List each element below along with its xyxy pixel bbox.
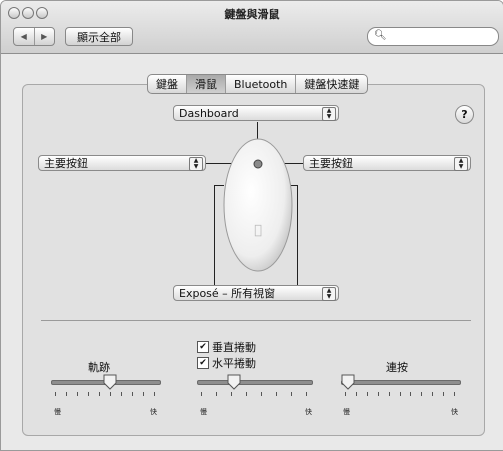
vertical-scroll-checkbox[interactable]: ✔ 垂直捲動	[197, 339, 256, 355]
vertical-scroll-label: 垂直捲動	[212, 341, 256, 354]
slider-tick	[55, 392, 56, 396]
tracking-slider-thumb[interactable]	[103, 374, 117, 390]
double-click-min-label: 慢	[343, 408, 350, 416]
bottom-button-value: Exposé – 所有視窗	[179, 287, 276, 300]
title-bar: 鍵盤與滑鼠 ◀ ▶ 顯示全部 🔍︎	[1, 1, 503, 54]
slider-tick	[88, 392, 89, 396]
left-button-value: 主要按鈕	[44, 157, 88, 170]
tracking-max-label: 快	[150, 408, 157, 416]
popup-arrows-icon: ▲ ▼	[189, 157, 203, 171]
preferences-window: 鍵盤與滑鼠 ◀ ▶ 顯示全部 🔍︎ 鍵盤 滑鼠 Bluetooth 鍵盤快速鍵 …	[0, 0, 503, 451]
double-click-ticks	[345, 392, 455, 396]
slider-tick	[306, 392, 307, 396]
slider-tick	[355, 392, 357, 396]
tab-bluetooth[interactable]: Bluetooth	[226, 75, 297, 93]
tracking-ticks	[55, 392, 155, 396]
help-button[interactable]: ?	[455, 105, 474, 124]
double-click-label: 連按	[386, 361, 408, 374]
right-button-value: 主要按鈕	[309, 157, 353, 170]
slider-tick	[377, 392, 379, 396]
horizontal-scroll-label: 水平捲動	[212, 357, 256, 370]
popup-arrows-icon: ▲ ▼	[322, 107, 336, 121]
back-arrow-icon[interactable]: ◀	[14, 28, 35, 45]
slider-tick	[110, 392, 111, 396]
slider-tick	[276, 392, 277, 396]
slider-tick	[388, 392, 390, 396]
bottom-button-popup[interactable]: Exposé – 所有視窗 ▲ ▼	[173, 285, 339, 301]
top-button-value: Dashboard	[179, 106, 239, 120]
tab-bar: 鍵盤 滑鼠 Bluetooth 鍵盤快速鍵	[147, 74, 369, 94]
slider-tick	[99, 392, 100, 396]
svg-text:: 	[254, 223, 262, 238]
section-divider	[41, 320, 471, 321]
slider-tick	[143, 392, 144, 396]
tab-keyboard[interactable]: 鍵盤	[148, 75, 187, 93]
scrolling-slider-thumb[interactable]	[227, 374, 241, 390]
scrolling-slider-track[interactable]	[197, 380, 313, 385]
slider-tick	[399, 392, 401, 396]
back-forward-control: ◀ ▶	[13, 27, 55, 46]
slider-tick	[231, 392, 232, 396]
connector-line	[214, 185, 215, 285]
double-click-slider-thumb[interactable]	[341, 374, 355, 390]
slider-tick	[261, 392, 262, 396]
slider-tick	[410, 392, 412, 396]
right-button-popup[interactable]: 主要按鈕 ▲ ▼	[303, 155, 471, 171]
scrolling-ticks	[201, 392, 307, 396]
slider-tick	[432, 392, 434, 396]
double-click-max-label: 快	[451, 408, 458, 416]
slider-tick	[454, 392, 455, 396]
slider-tick	[291, 392, 292, 396]
tab-keyboard-shortcuts[interactable]: 鍵盤快速鍵	[296, 75, 367, 93]
slider-tick	[345, 392, 346, 396]
tracking-min-label: 慢	[54, 408, 61, 416]
show-all-button[interactable]: 顯示全部	[65, 27, 133, 46]
search-icon: 🔍︎	[374, 30, 387, 41]
slider-tick	[216, 392, 217, 396]
slider-tick	[246, 392, 247, 396]
slider-tick	[77, 392, 78, 396]
forward-arrow-icon[interactable]: ▶	[35, 28, 55, 45]
slider-tick	[201, 392, 202, 396]
popup-arrows-icon: ▲ ▼	[322, 287, 336, 301]
checkmark-icon: ✔	[197, 357, 209, 369]
popup-arrows-icon: ▲ ▼	[454, 157, 468, 171]
slider-tick	[366, 392, 368, 396]
mighty-mouse-image: 	[223, 138, 293, 272]
tracking-label: 軌跡	[88, 361, 110, 374]
double-click-slider-track[interactable]	[341, 380, 461, 385]
scrolling-max-label: 快	[305, 408, 312, 416]
search-field[interactable]: 🔍︎	[367, 27, 499, 46]
horizontal-scroll-checkbox[interactable]: ✔ 水平捲動	[197, 355, 256, 371]
slider-tick	[132, 392, 133, 396]
slider-tick	[443, 392, 445, 396]
slider-tick	[66, 392, 67, 396]
scrolling-min-label: 慢	[200, 408, 207, 416]
checkmark-icon: ✔	[197, 341, 209, 353]
slider-tick	[421, 392, 423, 396]
slider-tick	[121, 392, 122, 396]
window-title: 鍵盤與滑鼠	[224, 8, 280, 21]
slider-tick	[154, 392, 155, 396]
top-button-popup[interactable]: Dashboard ▲ ▼	[173, 105, 339, 121]
tab-mouse[interactable]: 滑鼠	[187, 75, 226, 93]
left-button-popup[interactable]: 主要按鈕 ▲ ▼	[38, 155, 206, 171]
